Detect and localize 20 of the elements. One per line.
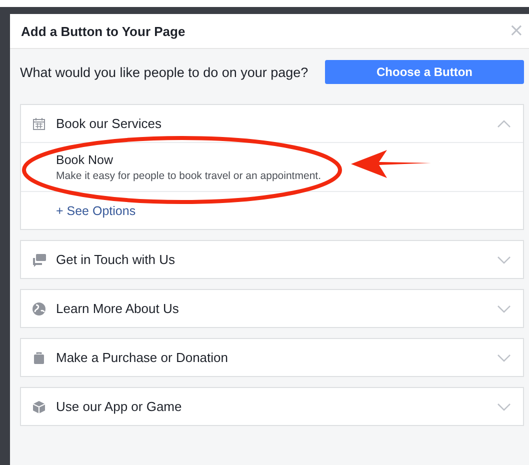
section-label: Get in Touch with Us [56,252,176,267]
section-header[interactable]: Make a Purchase or Donation [21,339,523,376]
dialog-title: Add a Button to Your Page [21,24,186,38]
section-header[interactable]: Get in Touch with Us [21,241,523,278]
see-options-link[interactable]: + See Options [56,204,136,218]
section-label: Learn More About Us [56,301,180,316]
section-label: Book our Services [56,116,162,131]
section-header[interactable]: Book our Services [21,105,523,142]
chat-bubbles-icon [32,252,46,266]
option-description: Make it easy for people to book travel or an appointment. [56,170,322,182]
section-header[interactable]: Use our App or Game [21,388,523,425]
section-label: Use our App or Game [56,399,183,414]
cube-icon [32,400,46,414]
option-title[interactable]: Book Now [56,153,523,167]
calendar-icon [32,116,46,130]
section-header[interactable]: Learn More About Us [21,290,523,327]
section-label: Make a Purchase or Donation [56,350,229,365]
choose-button[interactable]: Choose a Button [325,60,524,84]
prompt-text: What would you like people to do on your page? [20,64,308,80]
shopping-bag-icon [32,350,46,364]
